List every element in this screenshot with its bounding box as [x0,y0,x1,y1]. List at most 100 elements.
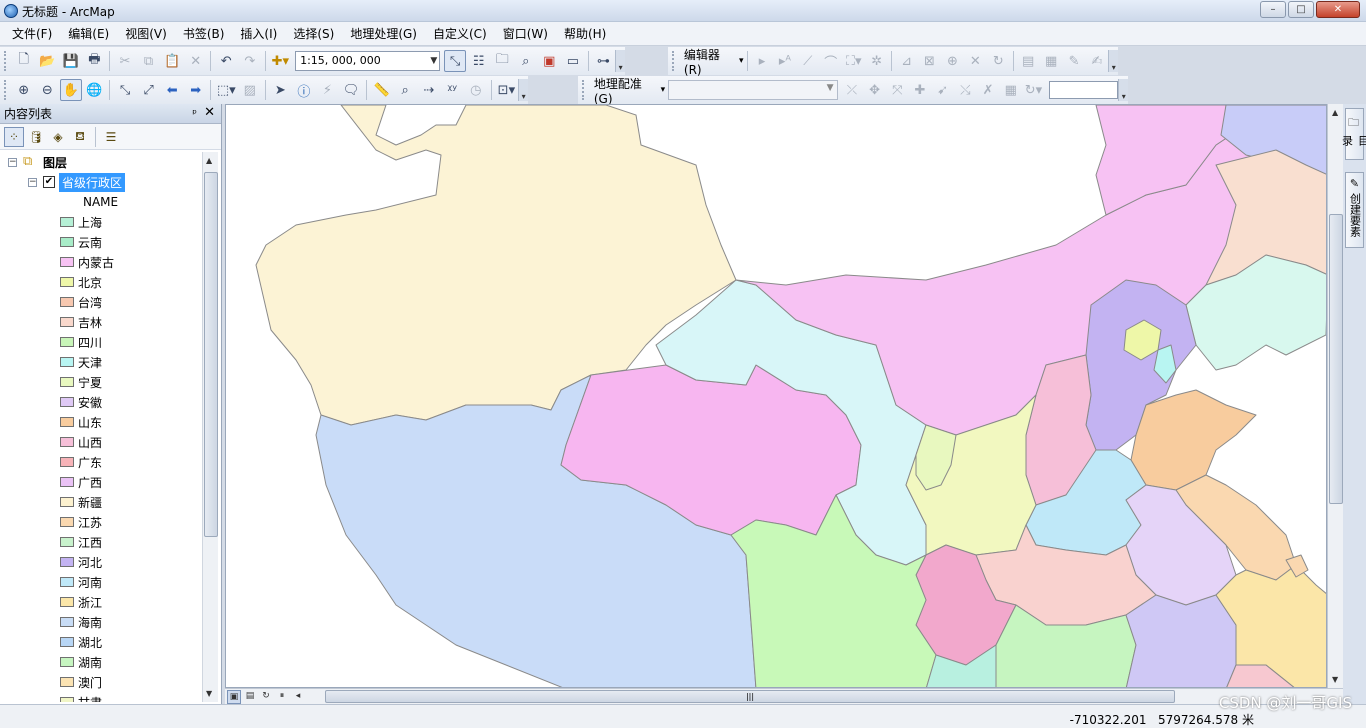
toolbar-grip[interactable] [672,51,676,71]
legend-item[interactable]: 海南 [60,612,102,632]
legend-swatch[interactable] [60,477,74,487]
legend-swatch[interactable] [60,497,74,507]
legend-swatch[interactable] [60,237,74,247]
clear-selection-icon[interactable]: ▨ [239,79,261,101]
fixed-zoom-out-icon[interactable]: ⤢ [138,79,160,101]
copy-icon[interactable]: ⧉ [138,50,160,72]
collapse-icon[interactable]: − [28,177,37,187]
legend-item[interactable]: 江苏 [60,512,102,532]
toolbar-overflow-icon[interactable]: ▾ [615,50,626,72]
rotate-georef-icon[interactable]: ⤫ [842,79,863,101]
province-jiangxi[interactable] [1125,594,1237,688]
reshape-icon[interactable]: ⊠ [919,50,940,72]
close-button[interactable]: ✕ [1316,1,1360,18]
legend-swatch[interactable] [60,377,74,387]
data-view-icon[interactable]: ▣ [227,689,241,704]
measure-icon[interactable]: 📏 [371,79,393,101]
toolbar-overflow-icon[interactable]: ▾ [1118,79,1128,101]
legend-swatch[interactable] [60,357,74,367]
legend-item[interactable]: 甘肃 [60,692,102,702]
create-features-tab[interactable]: ✎ 创建要素 [1345,172,1364,248]
scroll-up-icon[interactable]: ▲ [1332,108,1338,117]
pan-hand-icon[interactable]: ✋ [60,79,82,101]
scroll-down-icon[interactable]: ▼ [1332,675,1338,684]
split-icon[interactable]: ✕ [965,50,986,72]
menu-file[interactable]: 文件(F) [4,23,60,45]
modelbuilder-icon[interactable]: ⊶ [593,50,615,72]
toolbar-grip[interactable] [4,80,8,100]
rotate-icon[interactable]: ↻ [988,50,1009,72]
menu-view[interactable]: 视图(V) [117,23,175,45]
legend-item[interactable]: 上海 [60,212,102,232]
options-icon[interactable]: ☰ [101,127,121,147]
menu-customize[interactable]: 自定义(C) [425,23,495,45]
rotation-input[interactable] [1048,81,1119,99]
legend-item[interactable]: 山西 [60,432,102,452]
select-elements-icon[interactable]: ➤ [270,79,292,101]
end-point-arc-icon[interactable]: ⌒ [820,50,841,72]
shift-icon[interactable]: ✥ [864,79,885,101]
legend-swatch[interactable] [60,417,74,427]
editor-toolbar-icon[interactable]: ⤡ [444,50,466,72]
view-link-table-icon[interactable]: ▦ [1000,79,1021,101]
zoom-in-icon[interactable]: ⊕ [13,79,35,101]
toolbar-grip[interactable] [4,51,8,71]
menu-help[interactable]: 帮助(H) [556,23,614,45]
legend-item[interactable]: 安徽 [60,392,102,412]
html-popup-icon[interactable]: 🗨 [340,79,362,101]
legend-item[interactable]: 内蒙古 [60,252,114,272]
edit-vertices-icon[interactable]: ⊿ [896,50,917,72]
collapse-icon[interactable]: − [8,157,17,167]
legend-swatch[interactable] [60,217,74,227]
legend-swatch[interactable] [60,677,74,687]
scroll-up-icon[interactable]: ▲ [206,156,212,165]
legend-swatch[interactable] [60,637,74,647]
back-extent-icon[interactable]: ⬅ [161,79,183,101]
toc-scrollbar[interactable]: ▲ ▼ [202,152,218,702]
legend-swatch[interactable] [60,617,74,627]
legend-item[interactable]: 四川 [60,332,102,352]
map-vertical-scrollbar[interactable]: ▲ ▼ [1327,104,1343,688]
scrollbar-thumb[interactable]: ||| [325,690,1175,703]
minimize-button[interactable]: – [1260,1,1286,18]
toolbar-grip[interactable] [582,80,586,100]
toolbar-overflow-icon[interactable]: ▾ [518,79,528,101]
layer-row[interactable]: − ✔ 省级行政区 [28,172,126,192]
menu-edit[interactable]: 编辑(E) [60,23,117,45]
full-extent-icon[interactable]: 🌐 [84,79,106,101]
legend-item[interactable]: 湖南 [60,652,102,672]
fixed-zoom-in-icon[interactable]: ⤡ [114,79,136,101]
scrollbar-thumb[interactable] [204,172,218,537]
create-features-icon[interactable]: ✎ [1064,50,1085,72]
scrollbar-thumb[interactable] [1329,214,1343,504]
legend-swatch[interactable] [60,297,74,307]
identify-icon[interactable]: ⓘ [293,79,315,101]
toolbar-overflow-icon[interactable]: ▾ [1108,50,1119,72]
trace-icon[interactable]: ⛶▾ [843,50,864,72]
point-icon[interactable]: ✲ [866,50,887,72]
catalog-tab[interactable]: 🗀 目录 [1341,108,1366,160]
edit-tool-icon[interactable]: ▸ [752,50,773,72]
map-horizontal-scrollbar[interactable]: ||| [325,690,1325,703]
layer-name[interactable]: 省级行政区 [59,172,126,192]
catalog-window-icon[interactable]: 🗀 [491,50,513,72]
legend-swatch[interactable] [60,517,74,527]
legend-item[interactable]: 吉林 [60,312,102,332]
menu-bookmarks[interactable]: 书签(B) [175,23,233,45]
legend-item[interactable]: 江西 [60,532,102,552]
legend-item[interactable]: 浙江 [60,592,102,612]
pause-drawing-icon[interactable]: ⏸ [275,690,289,704]
editor-menu[interactable]: 编辑器(R) [680,46,739,77]
redo-icon[interactable]: ↷ [239,50,261,72]
province-shandong[interactable] [1130,389,1257,491]
zoom-out-icon[interactable]: ⊖ [37,79,59,101]
legend-swatch[interactable] [60,337,74,347]
legend-swatch[interactable] [60,457,74,467]
rotate-drop-icon[interactable]: ↻▾ [1023,79,1044,101]
legend-item[interactable]: 广西 [60,472,102,492]
pin-icon[interactable]: ᵖ [192,107,197,120]
list-by-selection-icon[interactable]: ⛾ [70,127,90,147]
georeferencing-menu[interactable]: 地理配准(G) [590,75,661,106]
close-icon[interactable]: ✕ [204,105,215,120]
legend-swatch[interactable] [60,557,74,567]
